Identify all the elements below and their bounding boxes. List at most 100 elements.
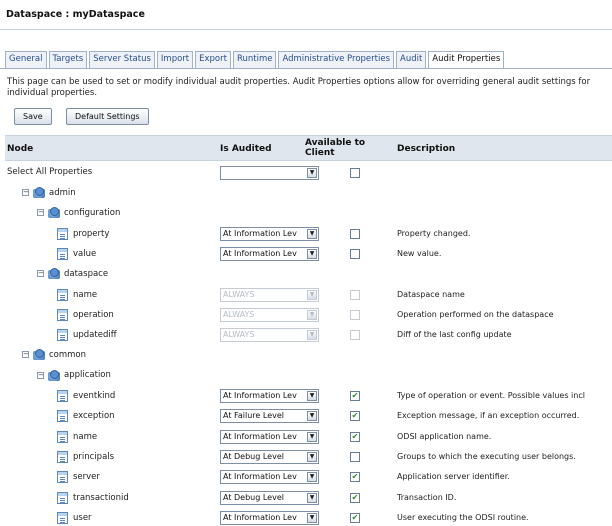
tab-import[interactable]: Import (156, 51, 194, 68)
available-to-client-checkbox[interactable] (350, 289, 360, 300)
audit-level-select[interactable]: ALWAYS ▼ (220, 287, 319, 302)
audit-level-select[interactable]: At Information Lev ▼ (220, 510, 319, 525)
property-icon (57, 308, 68, 321)
tree-node-label: property (73, 228, 110, 239)
property-description: Groups to which the executing user belon… (397, 451, 576, 461)
collapse-icon[interactable]: − (22, 351, 29, 359)
tree-leaf-row: name ALWAYS ▼ Dataspace name (0, 285, 612, 305)
audit-level-value: At Information Lev (223, 228, 297, 238)
tree-node-label: updatediff (73, 330, 117, 341)
available-to-client-checkbox[interactable]: ✔ (350, 431, 360, 442)
tree-node-label: operation (73, 309, 114, 320)
folder-icon (48, 369, 61, 381)
property-description: Type of operation or event. Possible val… (397, 391, 585, 400)
collapse-icon[interactable]: − (37, 209, 44, 217)
property-icon (57, 491, 68, 504)
column-available-to-client: Available to Client (305, 138, 366, 158)
folder-icon (48, 207, 61, 219)
default-settings-button[interactable]: Default Settings (66, 108, 149, 125)
select-all-label: Select All Properties (7, 167, 93, 177)
chevron-down-icon: ▼ (307, 391, 317, 401)
audit-level-value: At Failure Level (223, 411, 284, 421)
collapse-icon[interactable]: − (22, 189, 29, 196)
tree-node-label: dataspace (64, 268, 109, 279)
select-all-checkbox[interactable] (350, 168, 360, 178)
available-to-client-checkbox[interactable] (350, 330, 360, 341)
available-to-client-checkbox[interactable] (350, 228, 360, 239)
tree-node-label: principals (73, 451, 115, 462)
tree-node-label: user (73, 512, 92, 523)
tab-audit-properties[interactable]: Audit Properties (428, 51, 505, 69)
tree-node: updatediff (57, 329, 117, 342)
page-description: This page can be used to set or modify i… (7, 77, 591, 98)
tab-general[interactable]: General (5, 51, 47, 68)
tree-leaf-row: transactionid At Debug Level ▼ ✔ Transaction… (0, 488, 612, 508)
tree-node-label: server (73, 472, 100, 483)
audit-level-select[interactable]: ALWAYS ▼ (220, 307, 319, 322)
tree-leaf-row: user At Information Lev ▼ ✔ User executing t… (0, 508, 612, 526)
audit-level-select[interactable]: At Information Lev ▼ (220, 389, 319, 403)
tree-node-label: eventkind (73, 391, 116, 401)
table-header: Node Is Audited Available to Client Desc… (5, 135, 612, 161)
tab-runtime[interactable]: Runtime (232, 51, 277, 68)
available-to-client-checkbox[interactable]: ✔ (350, 512, 360, 523)
tree-folder-row: − application (0, 366, 612, 386)
tree-node: − common (22, 349, 87, 361)
tab-bar: General Targets Server Status Import Export R… (5, 51, 506, 69)
available-to-client-checkbox[interactable] (350, 309, 360, 320)
available-to-client-checkbox[interactable]: ✔ (350, 492, 360, 503)
chevron-down-icon: ▼ (307, 411, 317, 422)
audit-level-select[interactable]: At Debug Level ▼ (220, 490, 319, 505)
available-to-client-checkbox[interactable] (350, 248, 360, 259)
property-description: Application server identifier. (397, 472, 510, 482)
tree-folder-row: − admin (0, 183, 612, 203)
audit-level-value: At Information Lev (223, 391, 297, 400)
property-icon (57, 329, 68, 342)
available-to-client-checkbox[interactable] (350, 451, 360, 462)
column-is-audited: Is Audited (220, 144, 272, 154)
property-description: Dataspace name (397, 289, 465, 299)
tree-node: user (57, 511, 92, 524)
audit-level-select[interactable]: At Information Lev ▼ (220, 246, 319, 261)
select-all-audit-select[interactable]: ▼ (220, 166, 319, 180)
folder-icon (48, 268, 61, 280)
audit-level-select[interactable]: At Debug Level ▼ (220, 449, 319, 464)
tree-leaf-row: name At Information Lev ▼ ✔ ODSI application… (0, 427, 612, 447)
available-to-client-checkbox[interactable]: ✔ (350, 411, 360, 422)
chevron-down-icon: ▼ (307, 472, 317, 483)
tab-administrative-properties[interactable]: Administrative Properties (278, 51, 394, 68)
property-icon (57, 227, 68, 240)
save-button[interactable]: Save (14, 108, 52, 125)
collapse-icon[interactable]: − (37, 371, 44, 379)
tree-node-label: common (49, 349, 87, 360)
tree-node: value (57, 247, 97, 260)
tab-audit[interactable]: Audit (396, 51, 427, 68)
tree-folder-row: − configuration (0, 203, 612, 223)
available-to-client-checkbox[interactable]: ✔ (350, 391, 360, 401)
collapse-icon[interactable]: − (37, 270, 44, 278)
audit-level-select[interactable]: At Failure Level ▼ (220, 409, 319, 424)
audit-level-select[interactable]: ALWAYS ▼ (220, 328, 319, 343)
audit-level-select[interactable]: At Information Lev ▼ (220, 429, 319, 444)
column-description: Description (397, 144, 456, 154)
tree-leaf-row: updatediff ALWAYS ▼ Diff of the last config… (0, 325, 612, 345)
audit-level-select[interactable]: At Information Lev ▼ (220, 470, 319, 485)
tree-leaf-row: operation ALWAYS ▼ Operation performed on t… (0, 305, 612, 325)
tree-folder-row: − dataspace (0, 264, 612, 284)
tab-export[interactable]: Export (195, 51, 231, 68)
chevron-down-icon: ▼ (307, 309, 317, 320)
tree-node: server (57, 471, 100, 484)
chevron-down-icon: ▼ (307, 492, 317, 503)
tree-node: property (57, 227, 110, 240)
tab-targets[interactable]: Targets (48, 51, 88, 68)
tree-node: − admin (22, 187, 76, 198)
property-description: Operation performed on the dataspace (397, 309, 554, 319)
tree-node: − configuration (37, 207, 120, 219)
property-description: ODSI application name. (397, 431, 492, 441)
chevron-down-icon: ▼ (307, 289, 317, 300)
audit-level-select[interactable]: At Information Lev ▼ (220, 226, 319, 241)
tree-leaf-row: exception At Failure Level ▼ ✔ Exception mes… (0, 406, 612, 426)
available-to-client-checkbox[interactable]: ✔ (350, 472, 360, 483)
tab-server-status[interactable]: Server Status (89, 51, 155, 68)
tree-node-label: value (73, 248, 97, 259)
